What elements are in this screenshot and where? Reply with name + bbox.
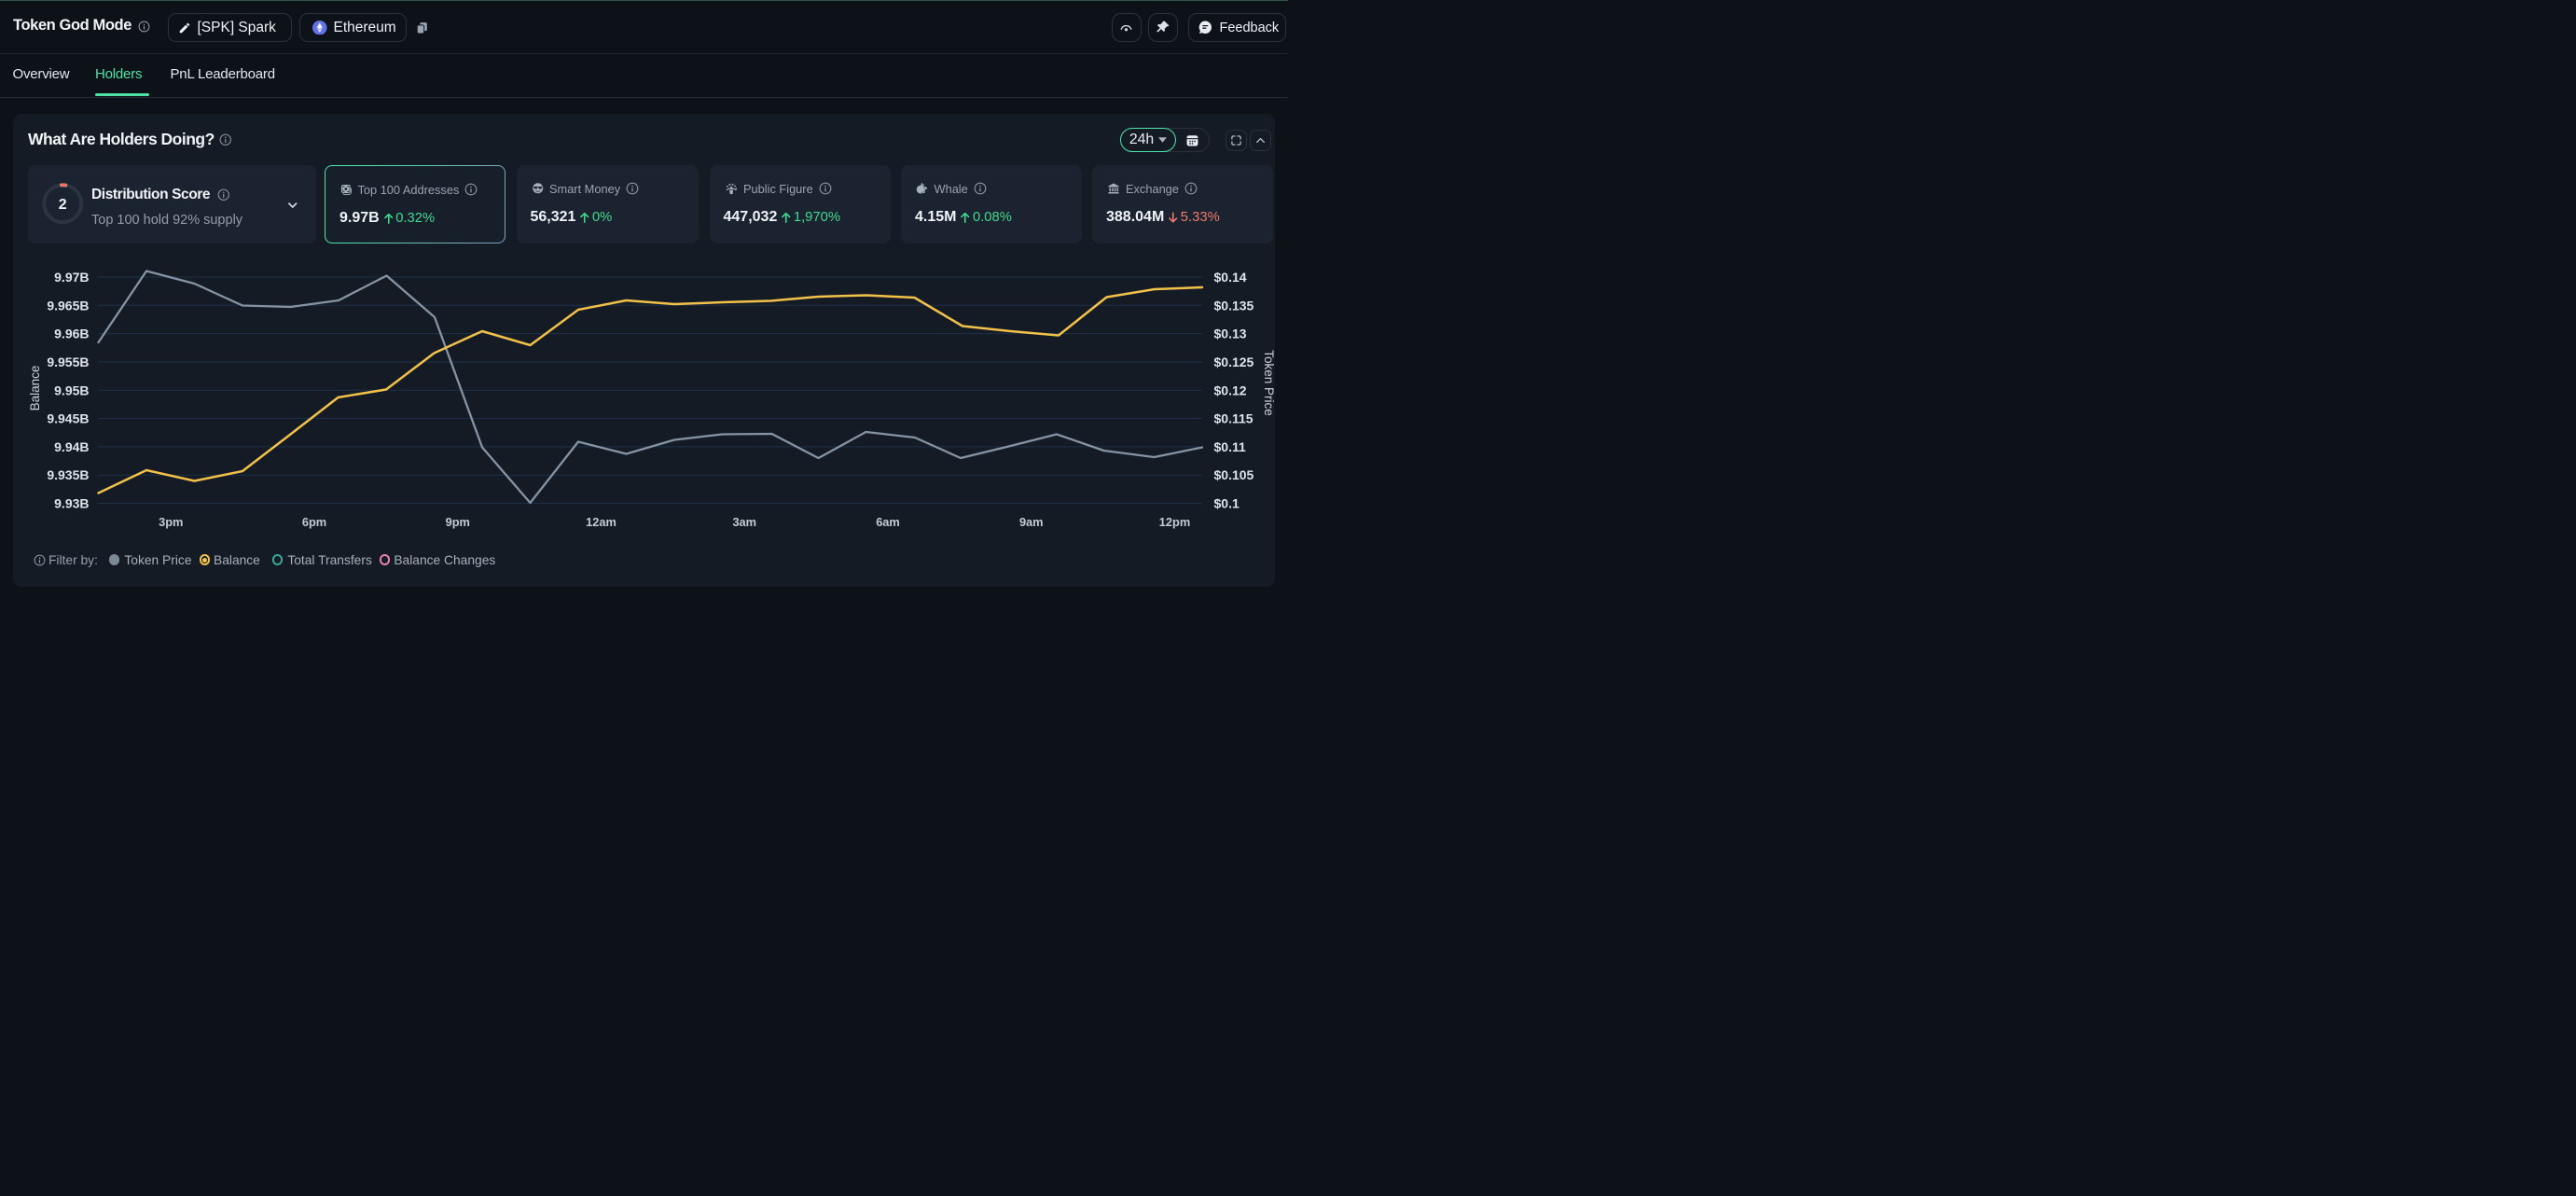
svg-text:$0.115: $0.115: [1214, 411, 1253, 426]
svg-text:$0.1: $0.1: [1214, 496, 1240, 511]
svg-text:$0.13: $0.13: [1214, 327, 1247, 341]
svg-text:9.95B: 9.95B: [54, 382, 89, 397]
svg-text:9pm: 9pm: [446, 515, 470, 529]
svg-text:9.96B: 9.96B: [54, 327, 89, 341]
svg-text:6pm: 6pm: [302, 515, 326, 529]
svg-text:$0.105: $0.105: [1214, 467, 1254, 482]
svg-text:9.945B: 9.945B: [47, 411, 89, 426]
svg-text:$0.135: $0.135: [1214, 298, 1254, 313]
svg-text:$0.12: $0.12: [1214, 382, 1247, 397]
svg-text:$0.11: $0.11: [1214, 439, 1246, 454]
svg-text:3am: 3am: [732, 515, 756, 529]
svg-text:$0.125: $0.125: [1214, 355, 1254, 369]
svg-text:9.965B: 9.965B: [47, 298, 89, 313]
svg-text:9.935B: 9.935B: [47, 467, 89, 482]
svg-text:Balance: Balance: [28, 366, 42, 411]
svg-text:Token Price: Token Price: [1262, 350, 1275, 416]
svg-text:9.93B: 9.93B: [54, 496, 89, 511]
svg-text:6am: 6am: [876, 515, 900, 529]
svg-text:9.94B: 9.94B: [54, 439, 89, 454]
svg-text:9am: 9am: [1019, 515, 1044, 529]
svg-text:9.955B: 9.955B: [47, 355, 89, 369]
svg-text:3pm: 3pm: [159, 515, 183, 529]
svg-text:12am: 12am: [586, 515, 616, 529]
svg-text:12pm: 12pm: [1159, 515, 1190, 529]
svg-text:$0.14: $0.14: [1214, 270, 1247, 285]
svg-text:9.97B: 9.97B: [54, 270, 89, 285]
